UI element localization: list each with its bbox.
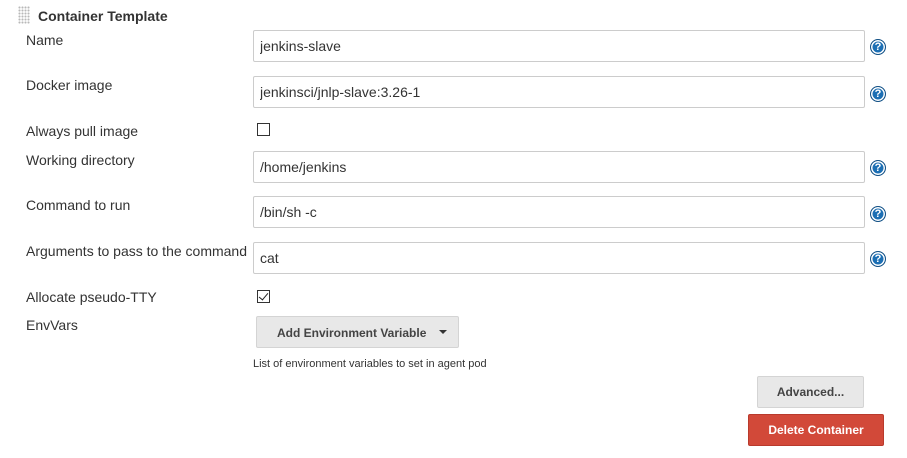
delete-container-button[interactable]: Delete Container [748,414,884,446]
working-directory-input[interactable] [253,151,865,183]
command-label: Command to run [26,197,131,213]
always-pull-label: Always pull image [26,123,139,139]
arguments-input[interactable] [253,242,865,274]
add-environment-variable-label: Add Environment Variable [277,326,427,340]
arguments-label: Arguments to pass to the command [26,243,247,259]
help-icon[interactable]: ? [870,39,886,55]
always-pull-checkbox[interactable] [257,123,270,136]
help-icon[interactable]: ? [870,251,886,267]
envvars-label: EnvVars [26,317,78,333]
working-directory-label: Working directory [26,152,135,168]
help-icon[interactable]: ? [870,86,886,102]
tty-checkbox[interactable] [257,290,270,303]
help-icon[interactable]: ? [870,160,886,176]
help-icon[interactable]: ? [870,206,886,222]
name-input[interactable] [253,30,865,62]
command-input[interactable] [253,196,865,228]
checkmark-icon [258,290,269,301]
advanced-button[interactable]: Advanced... [757,376,864,408]
docker-image-label: Docker image [26,77,113,93]
section-title: Container Template [38,8,168,24]
caret-down-icon [439,330,447,334]
envvars-hint: List of environment variables to set in … [253,358,487,370]
name-label: Name [26,32,64,48]
drag-handle-icon[interactable] [18,6,30,24]
tty-label: Allocate pseudo-TTY [26,289,157,305]
docker-image-input[interactable] [253,76,865,108]
add-environment-variable-button[interactable]: Add Environment Variable [256,316,459,348]
